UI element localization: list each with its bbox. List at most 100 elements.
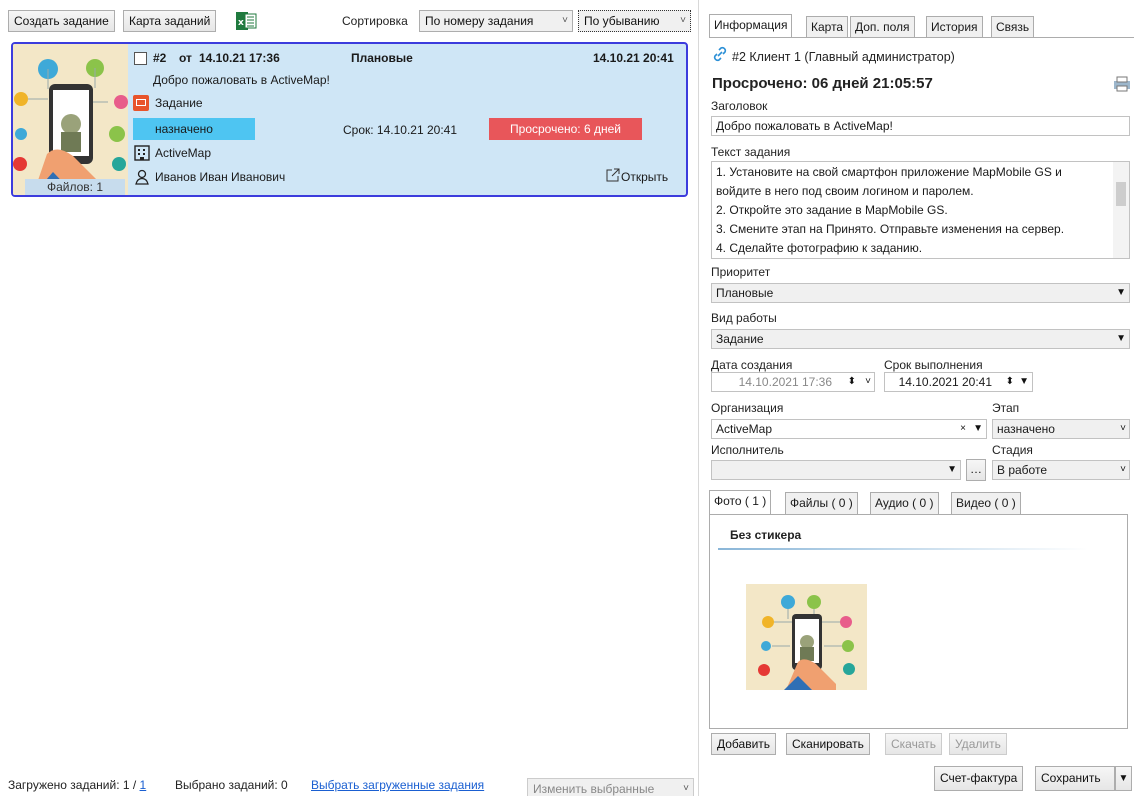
task-map-button[interactable]: Карта заданий [123,10,217,32]
task-organization: ActiveMap [155,146,212,160]
person-icon [134,169,150,185]
triangle-down-icon: ▼ [973,423,983,434]
deadline-label: Срок выполнения [884,358,983,372]
tab-files[interactable]: Файлы ( 0 ) [785,492,858,514]
task-due: Срок: 14.10.21 20:41 [343,123,458,137]
phase-select[interactable]: В работе ˅ [992,460,1130,480]
stage-select[interactable]: назначено ˅ [992,419,1130,439]
download-button[interactable]: Скачать [885,733,942,755]
tab-audio[interactable]: Аудио ( 0 ) [870,492,939,514]
tab-photo[interactable]: Фото ( 1 ) [709,490,772,514]
add-media-button[interactable]: Добавить [711,733,777,755]
task-work-type: Задание [155,96,203,110]
tab-history[interactable]: История [926,16,983,38]
select-loaded-link-text[interactable]: Выбрать загруженные задания [311,778,484,792]
invoice-button[interactable]: Счет-фактура [934,766,1024,791]
scrollbar-thumb[interactable] [1116,182,1126,206]
task-priority: Плановые [351,51,413,65]
priority-value: Плановые [716,286,774,300]
task-created-date: 14.10.21 17:36 [199,51,280,65]
tab-info[interactable]: Информация [709,14,793,38]
task-text-label: Текст задания [711,145,791,159]
selected-count: Выбрано заданий: 0 [175,778,288,792]
chevron-down-icon: ˅ [865,376,871,387]
triangle-down-icon: ▼ [1116,333,1126,344]
assignee-browse-button[interactable]: … [966,459,986,481]
overdue-timer: Просрочено: 06 дней 21:05:57 [712,75,933,92]
task-card[interactable]: Файлов: 1 #2 от 14.10.21 17:36 Плановые … [11,42,688,197]
delete-button[interactable]: Удалить [949,733,1007,755]
sticker-heading: Без стикера [730,528,802,542]
text-scrollbar[interactable] [1113,162,1129,258]
stage-value: назначено [997,422,1055,436]
tab-map[interactable]: Карта [806,16,849,38]
save-button[interactable]: Сохранить [1035,766,1115,791]
created-date-label: Дата создания [711,358,793,372]
files-count: Файлов: 1 [25,179,125,195]
phase-value: В работе [997,463,1048,477]
tab-extra-fields[interactable]: Доп. поля [850,16,915,38]
triangle-down-icon: ▼ [1118,773,1129,784]
chevron-down-icon: ˅ [683,783,689,794]
task-text-line: 1. Установите на свой смартфон приложени… [716,165,1062,179]
print-icon[interactable] [1112,76,1132,92]
organization-label: Организация [711,401,784,415]
task-text-line: войдите в него под своим логином и парол… [716,184,974,198]
worktype-select[interactable]: Задание ▼ [711,329,1130,349]
created-date-value: 14.10.2021 17:36 [738,375,832,389]
task-text-line: 2. Откройте это задание в MapMobile GS. [716,203,948,217]
task-text-line: 3. Смените этап на Принято. Отправьте из… [716,222,1065,236]
spinner-icon[interactable]: ⬍ [1006,373,1014,391]
task-deadline-date: 14.10.21 20:41 [593,51,674,65]
excel-export-icon[interactable]: x [235,10,257,32]
chevron-down-icon: ˅ [680,15,686,26]
select-loaded-link[interactable]: Выбрать загруженные задания [311,778,484,792]
chevron-down-icon: ˅ [562,15,568,26]
loaded-count-link[interactable]: 1 [140,778,147,792]
organization-value: ActiveMap [716,422,773,436]
create-task-button[interactable]: Создать задание [8,10,115,32]
overdue-badge: Просрочено: 6 дней [489,118,642,140]
sort-order-select[interactable]: По убыванию ˅ [578,10,691,32]
task-assignee: Иванов Иван Иванович [155,170,286,184]
worktype-label: Вид работы [711,311,777,325]
photo-thumbnail[interactable] [746,584,867,690]
triangle-down-icon: ▼ [947,464,957,475]
deadline-input[interactable]: 14.10.2021 20:41 ⬍ ▼ [884,372,1033,392]
assignee-label: Исполнитель [711,443,784,457]
clear-icon[interactable]: × [960,420,966,438]
stage-label: Этап [992,401,1020,415]
tab-video[interactable]: Видео ( 0 ) [951,492,1021,514]
priority-select[interactable]: Плановые ▼ [711,283,1130,303]
change-selected-button[interactable]: Изменить выбранные ˅ [527,778,694,796]
loaded-count: Загружено заданий: 1 / 1 [8,778,146,792]
chevron-down-icon: ˅ [1120,464,1126,475]
triangle-down-icon[interactable]: ▼ [1019,373,1029,391]
tab-link[interactable]: Связь [991,16,1035,38]
sort-label: Сортировка [342,14,408,28]
task-from-label: от [179,51,192,65]
spinner-icon: ⬍ [847,376,856,387]
task-checkbox[interactable] [134,52,147,65]
svg-text:x: x [238,18,244,28]
building-icon [134,145,150,161]
triangle-down-icon: ▼ [1116,287,1126,298]
external-link-icon[interactable] [606,168,620,182]
loaded-count-label: Загружено заданий: 1 / [8,778,137,792]
task-text-line: 4. Сделайте фотографию к заданию. [716,241,923,255]
title-label: Заголовок [711,99,768,113]
scan-button[interactable]: Сканировать [786,733,870,755]
title-input[interactable]: Добро пожаловать в ActiveMap! [711,116,1130,136]
stage-badge: назначено [133,118,255,140]
organization-select[interactable]: ActiveMap × ▼ [711,419,987,439]
save-options-dropdown[interactable]: ▼ [1115,766,1132,791]
task-number: #2 [153,51,167,65]
chevron-down-icon: ˅ [1120,423,1126,434]
open-task-link[interactable]: Открыть [621,170,668,184]
deadline-value: 14.10.2021 20:41 [898,375,992,389]
assignee-select[interactable]: ▼ [711,460,961,480]
panel-divider[interactable] [698,0,699,796]
sort-field-select[interactable]: По номеру задания ˅ [419,10,573,32]
task-text-area[interactable]: 1. Установите на свой смартфон приложени… [711,161,1130,259]
link-icon [712,46,728,62]
